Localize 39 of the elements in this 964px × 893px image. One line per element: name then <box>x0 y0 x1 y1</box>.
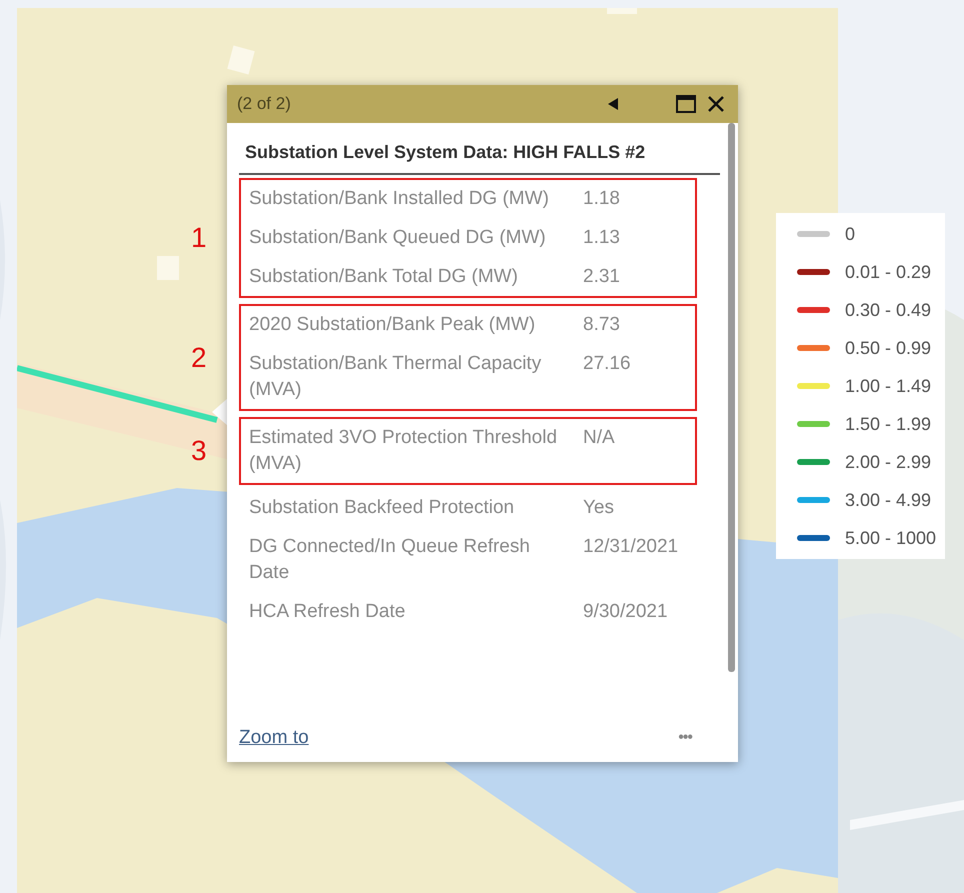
field-value: 1.13 <box>583 226 620 250</box>
maximize-button[interactable] <box>674 92 698 116</box>
field-label: Estimated 3VO Protection Threshold (MVA) <box>249 426 558 476</box>
legend-label: 1.50 - 1.99 <box>845 413 932 436</box>
legend-label: 0.30 - 0.49 <box>845 299 932 322</box>
annotation-number: 1 <box>191 224 207 252</box>
field-label: Substation/Bank Total DG (MW) <box>249 265 519 289</box>
zoom-to-link[interactable]: Zoom to <box>239 724 309 752</box>
field-value: 9/30/2021 <box>583 600 668 624</box>
legend-label: 3.00 - 4.99 <box>845 489 932 512</box>
field-value: 27.16 <box>583 352 631 376</box>
field-label: 2020 Substation/Bank Peak (MW) <box>249 313 536 337</box>
field-label: DG Connected/In Queue Refresh Date <box>249 535 531 585</box>
field-label: Substation/Bank Installed DG (MW) <box>249 187 550 211</box>
popup-title: Substation Level System Data: HIGH FALLS #2 <box>245 141 646 164</box>
record-counter: (2 of 2) <box>237 93 291 116</box>
more-button[interactable]: ••• <box>678 726 692 750</box>
field-value: 2.31 <box>583 265 620 289</box>
field-label: Substation/Bank Thermal Capacity (MVA) <box>249 352 542 402</box>
legend-label: 0 <box>845 223 856 246</box>
field-value: 8.73 <box>583 313 620 337</box>
close-icon <box>707 95 725 113</box>
annotation-number: 2 <box>191 344 207 372</box>
scrollbar[interactable] <box>728 123 735 672</box>
field-value: Yes <box>583 496 614 520</box>
maximize-icon <box>676 95 696 113</box>
legend-label: 5.00 - 1000 <box>845 527 936 550</box>
field-value: N/A <box>583 426 615 450</box>
legend-label: 1.00 - 1.49 <box>845 375 932 398</box>
field-label: Substation/Bank Queued DG (MW) <box>249 226 547 250</box>
annotation-number: 3 <box>191 437 207 465</box>
field-label: Substation Backfeed Protection <box>249 496 516 520</box>
previous-icon <box>608 98 620 110</box>
field-value: 1.18 <box>583 187 620 211</box>
field-value: 12/31/2021 <box>583 535 678 559</box>
field-label: HCA Refresh Date <box>249 600 406 624</box>
legend-label: 0.50 - 0.99 <box>845 337 932 360</box>
legend-label: 0.01 - 0.29 <box>845 261 932 284</box>
legend-label: 2.00 - 2.99 <box>845 451 932 474</box>
